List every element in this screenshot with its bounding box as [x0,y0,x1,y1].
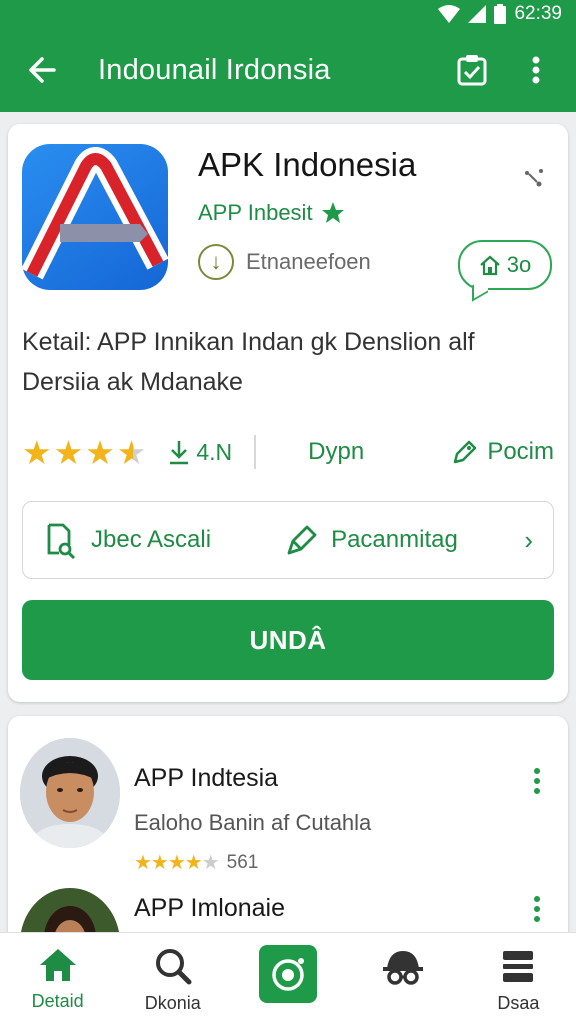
avatar [20,738,120,848]
clipboard-check-button[interactable] [450,48,494,92]
wifi-icon [438,5,461,23]
nav-list-label: Dsaa [497,993,540,1013]
install-button[interactable]: UNDÂ [22,600,554,680]
search-icon [155,949,192,985]
stat-type: Dypn [308,438,365,465]
share-icon [525,169,543,187]
verified-star-icon [321,202,344,223]
battery-icon [494,4,507,24]
incognito-icon [383,951,424,985]
document-search-icon [47,523,76,559]
half-star-icon: ★ [116,433,147,471]
info-text: Etnaneefoen [246,249,371,274]
back-button[interactable] [20,48,64,92]
info-row: ↓ Etnaneefoen [198,244,371,280]
comments-count: 3o [506,252,532,277]
app-logo-icon [22,144,168,290]
list-item-more-button[interactable] [532,896,542,922]
stat-tag-label: Pocim [487,438,554,465]
download-icon [170,441,189,465]
app-description: Ketail: APP Innikan Indan gk Denslion al… [22,328,475,396]
nav-incognito[interactable] [346,933,461,1024]
list-item[interactable]: APP Indtesia Ealoho Banin af Cutahla ★★★… [8,736,568,876]
list-item-more-button[interactable] [532,768,542,794]
back-arrow-icon [29,57,56,83]
list-item-subtitle: Ealoho Banin af Cutahla [134,810,372,835]
clipboard-check-icon [457,55,487,86]
list-icon [503,951,534,982]
stat-tag[interactable]: Pocim [451,438,554,466]
overflow-menu-button[interactable] [514,48,558,92]
list-item-count: 561 [226,851,259,873]
action2-label: Pacanmitag [331,526,458,553]
nav-home[interactable]: Detaid [0,933,115,1024]
stat-divider [254,435,257,469]
app-detail-card: APK Indonesia APP Inbesit ↓ Etnaneefoen … [8,124,568,702]
list-item-meta: ★★★★★ 561 [134,850,258,875]
list-item-title: APP Indtesia [134,764,279,792]
nav-home-label: Detaid [31,991,84,1011]
stats-row: ★ ★ ★ ★ 4.N Dypn Pocim [22,430,554,474]
comments-button[interactable]: 3o [458,240,552,290]
signal-icon [468,5,487,23]
tag-outline-icon [287,525,317,555]
nav-search-label: Dkonia [144,993,201,1013]
list-item-stars: ★★★★★ [134,852,220,874]
nav-camera[interactable] [230,933,345,1024]
rating-stars: ★ ★ ★ ★ [22,436,146,469]
bottom-navigation: Detaid Dkonia Dsaa [0,932,576,1024]
star-icon: ★ [22,433,52,471]
status-bar: 62:39 [0,0,576,28]
status-time: 62:39 [514,3,562,24]
more-vert-icon [532,56,540,84]
action1-label: Jbec Ascali [91,526,212,553]
action-permission-button[interactable]: Pacanmitag [285,523,458,557]
developer-name[interactable]: APP Inbesit [198,200,345,226]
list-item-title: APP Imlonaie [134,894,286,922]
share-button[interactable] [520,164,548,192]
nav-search[interactable]: Dkonia [115,933,230,1024]
action-report-button[interactable]: Jbec Ascali [43,521,211,559]
camera-icon [259,945,317,1003]
app-name: APK Indonesia [198,146,417,183]
developer-label: APP Inbesit [198,200,313,225]
nav-list[interactable]: Dsaa [461,933,576,1024]
tag-icon [454,440,477,464]
downloads-stat: 4.N [168,439,232,466]
home-outline-icon [480,255,500,276]
info-download-icon: ↓ [198,244,234,280]
chevron-right-icon[interactable]: › [524,525,533,556]
star-icon: ★ [85,433,115,471]
home-icon [39,949,76,981]
page-title: Indounail Irdonsia [98,53,331,86]
app-bar: Indounail Irdonsia [0,28,576,112]
star-icon: ★ [53,433,84,471]
actions-box: Jbec Ascali Pacanmitag › [22,501,554,579]
downloads-value: 4.N [196,438,233,465]
